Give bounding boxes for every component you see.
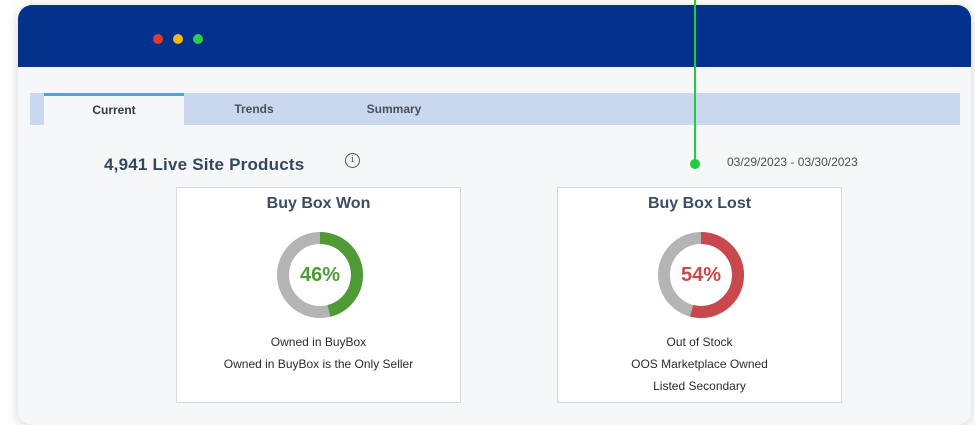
card-line: Listed Secondary bbox=[653, 379, 746, 393]
percent-label: 46% bbox=[299, 264, 341, 286]
date-range: 03/29/2023 - 03/30/2023 bbox=[727, 155, 858, 169]
page-title: 4,941 Live Site Products bbox=[104, 155, 305, 174]
percent-label: 54% bbox=[680, 264, 722, 286]
card-line: Out of Stock bbox=[666, 335, 733, 349]
card-line: Owned in BuyBox bbox=[270, 335, 367, 349]
tab-bar: Current Trends Summary bbox=[30, 93, 960, 125]
card-title: Buy Box Won bbox=[266, 195, 371, 212]
close-window-button[interactable] bbox=[153, 34, 163, 44]
app-window: Current Trends Summary 4,941 Live Site P… bbox=[18, 5, 971, 425]
pointer-line bbox=[694, 0, 696, 162]
card-title: Buy Box Lost bbox=[647, 195, 752, 212]
maximize-window-button[interactable] bbox=[193, 34, 203, 44]
tab-trends[interactable]: Trends bbox=[184, 93, 324, 125]
tab-current[interactable]: Current bbox=[44, 93, 184, 125]
buy-box-won-card: Buy Box Won 46% Owned in BuyBox Owned in… bbox=[176, 187, 461, 403]
info-icon[interactable]: i bbox=[345, 153, 360, 168]
buy-box-lost-card: Buy Box Lost 54% Out of Stock OOS Market… bbox=[557, 187, 842, 403]
tab-summary[interactable]: Summary bbox=[324, 93, 464, 125]
card-line: Owned in BuyBox is the Only Seller bbox=[223, 357, 414, 371]
title-bar bbox=[18, 5, 971, 67]
pointer-dot bbox=[690, 159, 700, 169]
minimize-window-button[interactable] bbox=[173, 34, 183, 44]
card-line: OOS Marketplace Owned bbox=[631, 357, 768, 371]
